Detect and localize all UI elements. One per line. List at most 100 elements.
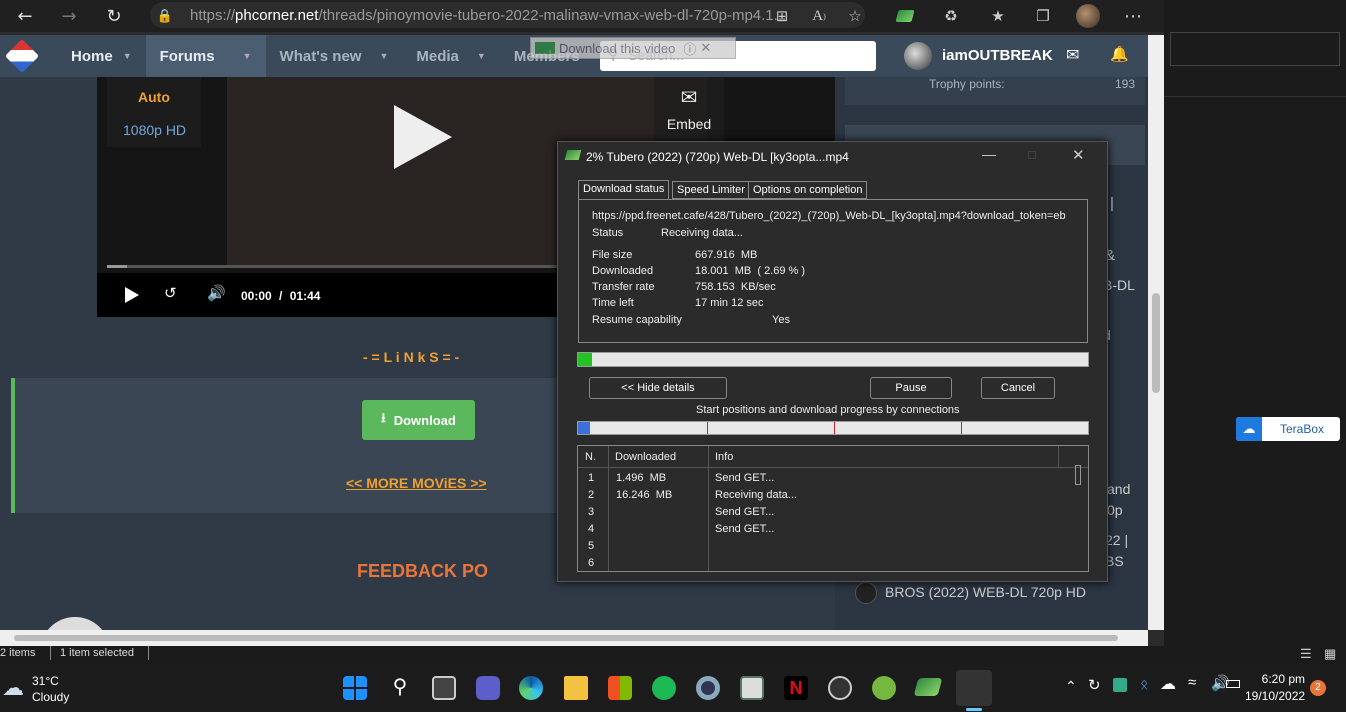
refresh-button[interactable]: ↻	[99, 1, 129, 31]
help-icon[interactable]: ⓘ	[683, 39, 696, 58]
forward-button[interactable]: →	[54, 1, 84, 31]
embed-panel[interactable]: ✉ Embed	[654, 77, 724, 147]
read-aloud-icon[interactable]: A)	[807, 4, 831, 28]
table-scrollbar[interactable]	[1075, 465, 1081, 485]
nav-forums[interactable]: Forums ▼	[145, 35, 266, 77]
table-row[interactable]: 4 Send GET...	[578, 523, 1073, 540]
transfer-rate-label: Transfer rate	[592, 281, 655, 293]
download-url: https://ppd.freenet.cafe/428/Tubero_(202…	[592, 210, 1066, 222]
col-info[interactable]: Info	[715, 451, 733, 463]
chevron-down-icon[interactable]: ▼	[477, 51, 486, 61]
nav-whats-new[interactable]: What's new ▼	[266, 35, 403, 77]
store-icon[interactable]	[608, 676, 632, 700]
battery-icon[interactable]	[1226, 680, 1240, 688]
details-view-icon[interactable]: ☰	[1300, 646, 1312, 662]
clock[interactable]: 6:20 pm 19/10/2022	[1245, 672, 1305, 703]
rewind-10-icon[interactable]: ↺	[164, 284, 177, 302]
address-toolbar: ← → ↻ 🔒 https://phcorner.net/threads/pin…	[0, 0, 1164, 32]
bell-icon[interactable]: 🔔	[1110, 45, 1129, 63]
wifi-icon[interactable]: ≈	[1188, 674, 1196, 691]
file-explorer-icon[interactable]	[564, 676, 588, 700]
maximize-button[interactable]: □	[1028, 147, 1036, 162]
lock-icon[interactable]: 🔒	[150, 1, 180, 31]
apps-icon[interactable]: ⊞	[770, 4, 794, 28]
table-row[interactable]: 2 16.246 MB Receiving data...	[578, 489, 1073, 506]
comment-avatar[interactable]	[40, 617, 110, 630]
nav-media-label: Media	[416, 47, 459, 65]
tray-app-icon[interactable]	[1113, 678, 1127, 692]
table-row[interactable]: 6	[578, 557, 1073, 571]
settings-gear-icon[interactable]	[696, 676, 720, 700]
site-logo[interactable]	[0, 35, 44, 77]
quality-auto[interactable]: Auto	[138, 89, 170, 105]
snipping-tool-icon[interactable]	[956, 670, 992, 706]
terabox-button[interactable]: ☁ TeraBox	[1236, 417, 1340, 441]
task-view-icon[interactable]	[432, 676, 456, 700]
horizontal-scrollbar[interactable]	[0, 630, 1148, 646]
sidebar-partial-7: 22 |	[1105, 532, 1129, 548]
utorrent-icon[interactable]	[872, 676, 896, 700]
pause-button[interactable]: Pause	[870, 377, 952, 399]
collections-icon[interactable]: ❐	[1031, 4, 1055, 28]
bluetooth-icon[interactable]: ᛟ	[1140, 676, 1148, 692]
favorites-icon[interactable]: ★	[986, 4, 1010, 28]
media-player-icon[interactable]	[828, 676, 852, 700]
mail-icon[interactable]: ✉	[1066, 45, 1079, 65]
table-row[interactable]: 5	[578, 540, 1073, 557]
idm-extension-icon[interactable]	[893, 4, 917, 28]
tab-options-completion[interactable]: Options on completion	[748, 181, 868, 199]
profile-avatar[interactable]	[1076, 4, 1100, 28]
vertical-scrollbar[interactable]	[1148, 35, 1164, 630]
spotify-icon[interactable]	[652, 676, 676, 700]
back-button[interactable]: ←	[10, 1, 40, 31]
chevron-down-icon[interactable]: ▼	[243, 51, 252, 61]
tiles-view-icon[interactable]: ▦	[1324, 646, 1336, 662]
more-movies-link[interactable]: << MORE MOViES >>	[346, 475, 487, 491]
sidebar-thread-link[interactable]: BROS (2022) WEB-DL 720p HD	[885, 584, 1086, 600]
search-taskbar-icon[interactable]: ⚲	[388, 676, 412, 700]
play-icon[interactable]	[394, 105, 452, 169]
edge-icon[interactable]	[519, 676, 543, 700]
nav-media[interactable]: Media ▼	[402, 35, 499, 77]
chat-icon[interactable]	[476, 676, 500, 700]
username[interactable]: iamOUTBREAK	[942, 47, 1053, 64]
more-menu-icon[interactable]: ⋯	[1121, 4, 1145, 28]
play-button-icon[interactable]	[125, 287, 139, 303]
tray-chevron-icon[interactable]: ⌃	[1065, 678, 1077, 695]
cancel-button[interactable]: Cancel	[981, 377, 1055, 399]
tray-sync-icon[interactable]: ↻	[1088, 676, 1101, 694]
thread-avatar[interactable]	[855, 582, 877, 604]
status-value: Receiving data...	[661, 227, 743, 239]
url-bar[interactable]: https://phcorner.net/threads/pinoymovie-…	[150, 2, 865, 28]
table-row[interactable]: 1 1.496 MB Send GET...	[578, 472, 1073, 489]
nav-home[interactable]: Home ▼	[44, 35, 146, 77]
photos-icon[interactable]	[740, 676, 764, 700]
netflix-icon[interactable]: N	[784, 676, 808, 700]
table-row[interactable]: 3 Send GET...	[578, 506, 1073, 523]
tab-speed-limiter[interactable]: Speed Limiter	[672, 181, 750, 199]
chevron-down-icon[interactable]: ▼	[379, 51, 388, 61]
close-button[interactable]: ✕	[1072, 146, 1085, 164]
download-video-tooltip[interactable]: Download this video ⓘ ✕	[530, 37, 736, 59]
close-icon[interactable]: ✕	[700, 40, 711, 56]
scrollbar-thumb[interactable]	[1152, 293, 1160, 393]
download-button-label: Download	[393, 412, 456, 428]
favorite-add-icon[interactable]: ☆	[843, 4, 867, 28]
idm-taskbar-icon[interactable]	[913, 678, 943, 696]
minimize-button[interactable]: —	[982, 146, 996, 162]
h-scrollbar-thumb[interactable]	[14, 635, 1118, 641]
tab-download-status[interactable]: Download status	[578, 180, 670, 200]
download-button[interactable]: ⭳ Download	[362, 400, 475, 440]
hide-details-button[interactable]: << Hide details	[589, 377, 727, 399]
extensions-icon[interactable]: ♻	[939, 4, 963, 28]
start-icon[interactable]	[343, 676, 367, 700]
onedrive-icon[interactable]: ☁	[1160, 674, 1176, 694]
col-n[interactable]: N.	[585, 451, 596, 463]
weather-widget[interactable]: ☁ 31°C Cloudy	[0, 672, 90, 706]
volume-icon[interactable]: 🔊	[207, 284, 226, 302]
chevron-down-icon[interactable]: ▼	[123, 51, 132, 61]
notification-badge[interactable]: 2	[1310, 680, 1326, 696]
quality-1080p[interactable]: 1080p HD	[123, 122, 186, 138]
col-downloaded[interactable]: Downloaded	[615, 451, 676, 463]
user-avatar[interactable]	[904, 42, 932, 70]
